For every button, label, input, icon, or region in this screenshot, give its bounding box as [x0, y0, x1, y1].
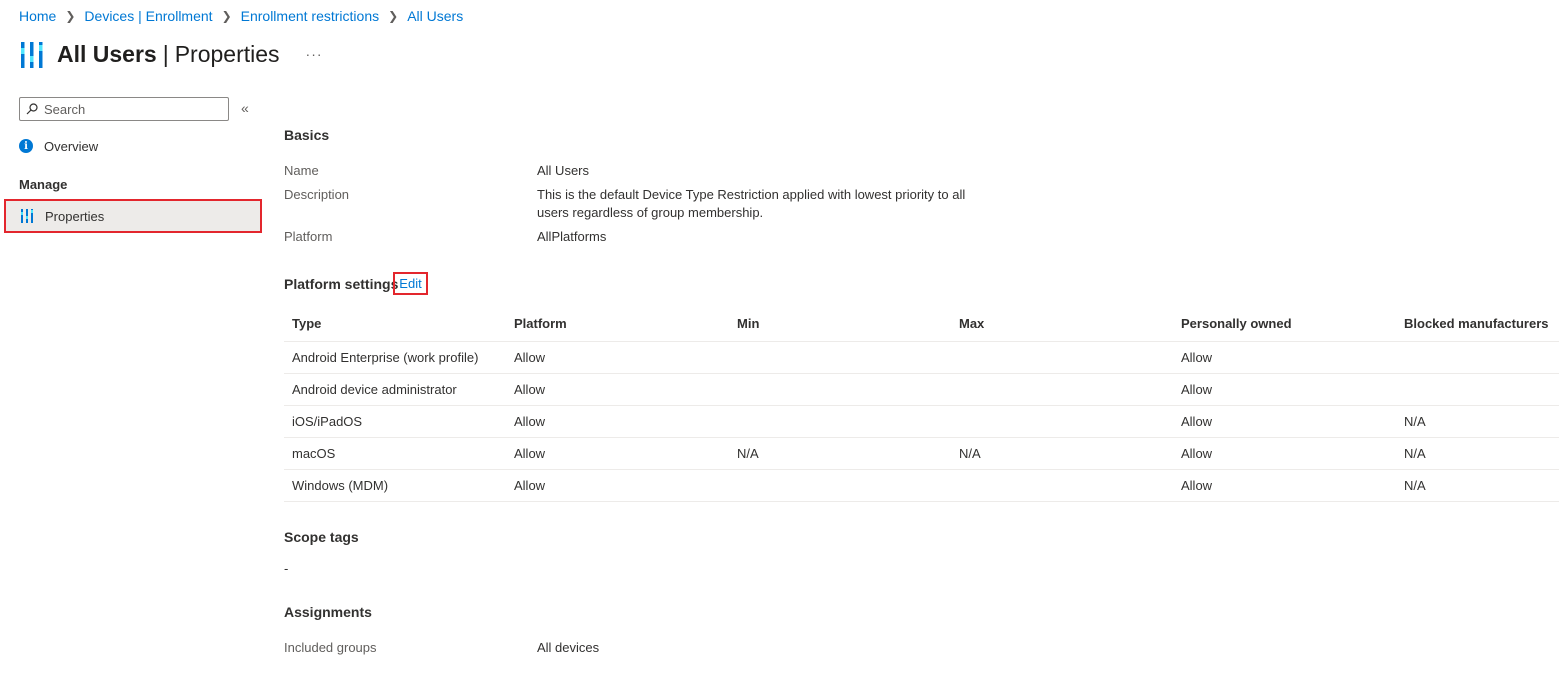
- search-input[interactable]: [44, 101, 224, 117]
- cell-platform: Allow: [506, 405, 729, 438]
- table-row: macOS Allow N/A N/A Allow N/A: [284, 437, 1559, 470]
- scope-tags-heading: Scope tags: [284, 529, 359, 545]
- cell-type: Android device administrator: [284, 373, 506, 406]
- cell-max: [951, 469, 1173, 502]
- sidebar-item-properties[interactable]: Properties: [4, 199, 262, 233]
- table-row: Windows (MDM) Allow Allow N/A: [284, 469, 1559, 502]
- sidebar-search: [19, 97, 229, 121]
- cell-min: [729, 405, 951, 438]
- column-header-min: Min: [729, 306, 951, 342]
- chevron-right-icon: ❯: [221, 9, 232, 23]
- search-icon: [26, 103, 38, 115]
- cell-min: [729, 373, 951, 406]
- breadcrumb-devices-enrollment[interactable]: Devices | Enrollment: [84, 8, 212, 24]
- table-header-row: Type Platform Min Max Personally owned B…: [284, 306, 1559, 342]
- properties-bars-icon: [21, 42, 43, 68]
- cell-personally-owned: Allow: [1173, 341, 1396, 374]
- cell-max: [951, 373, 1173, 406]
- cell-blocked-manufacturers: [1396, 373, 1559, 406]
- cell-min: [729, 469, 951, 502]
- page-subtitle: Properties: [174, 40, 280, 67]
- cell-blocked-manufacturers: [1396, 341, 1559, 374]
- breadcrumb-home[interactable]: Home: [19, 8, 56, 24]
- cell-type: Android Enterprise (work profile): [284, 341, 506, 374]
- cell-platform: Allow: [506, 469, 729, 502]
- chevron-right-icon: ❯: [388, 9, 399, 23]
- included-groups-label: Included groups: [284, 640, 377, 655]
- basics-heading: Basics: [284, 127, 330, 143]
- collapse-sidebar-button[interactable]: «: [241, 100, 249, 116]
- platform-label: Platform: [284, 229, 333, 244]
- column-header-personally-owned: Personally owned: [1173, 306, 1396, 342]
- cell-blocked-manufacturers: N/A: [1396, 469, 1559, 502]
- cell-platform: Allow: [506, 437, 729, 470]
- name-label: Name: [284, 163, 319, 178]
- platform-settings-heading: Platform settings: [284, 276, 399, 292]
- sidebar-item-label: Overview: [44, 138, 99, 154]
- breadcrumb-enrollment-restrictions[interactable]: Enrollment restrictions: [241, 8, 380, 24]
- cell-personally-owned: Allow: [1173, 373, 1396, 406]
- sidebar-section-manage: Manage: [19, 177, 68, 192]
- cell-platform: Allow: [506, 341, 729, 374]
- cell-max: [951, 341, 1173, 374]
- column-header-blocked-manufacturers: Blocked manufacturers: [1396, 306, 1559, 342]
- more-options-button[interactable]: ···: [306, 46, 323, 62]
- column-header-platform: Platform: [506, 306, 729, 342]
- table-row: Android Enterprise (work profile) Allow …: [284, 341, 1559, 374]
- cell-blocked-manufacturers: N/A: [1396, 405, 1559, 438]
- cell-min: N/A: [729, 437, 951, 470]
- breadcrumb-all-users[interactable]: All Users: [407, 8, 463, 24]
- cell-type: macOS: [284, 437, 506, 470]
- edit-platform-settings-link[interactable]: Edit: [393, 272, 428, 295]
- sidebar-item-overview[interactable]: i Overview: [19, 136, 98, 156]
- chevron-right-icon: ❯: [65, 9, 76, 23]
- platform-value: AllPlatforms: [537, 229, 607, 244]
- cell-personally-owned: Allow: [1173, 405, 1396, 438]
- description-label: Description: [284, 187, 350, 202]
- title-separator: |: [162, 40, 169, 67]
- table-row: Android device administrator Allow Allow: [284, 373, 1559, 406]
- column-header-type: Type: [284, 306, 506, 342]
- page-title: All Users: [57, 40, 157, 67]
- sidebar-item-label: Properties: [45, 208, 105, 224]
- description-value: This is the default Device Type Restrict…: [537, 187, 966, 220]
- cell-min: [729, 341, 951, 374]
- page-header: All Users | Properties ···: [19, 36, 323, 72]
- properties-bars-icon: [21, 209, 33, 223]
- cell-type: iOS/iPadOS: [284, 405, 506, 438]
- table-row: iOS/iPadOS Allow Allow N/A: [284, 405, 1559, 438]
- cell-type: Windows (MDM): [284, 469, 506, 502]
- platform-settings-table: Type Platform Min Max Personally owned B…: [284, 306, 1559, 502]
- cell-platform: Allow: [506, 373, 729, 406]
- cell-max: N/A: [951, 437, 1173, 470]
- cell-personally-owned: Allow: [1173, 437, 1396, 470]
- scope-tags-value: -: [284, 561, 289, 576]
- cell-blocked-manufacturers: N/A: [1396, 437, 1559, 470]
- cell-max: [951, 405, 1173, 438]
- name-value: All Users: [537, 163, 590, 178]
- breadcrumb: Home ❯ Devices | Enrollment ❯ Enrollment…: [19, 8, 463, 24]
- column-header-max: Max: [951, 306, 1173, 342]
- cell-personally-owned: Allow: [1173, 469, 1396, 502]
- included-groups-value: All devices: [537, 640, 600, 655]
- assignments-heading: Assignments: [284, 604, 372, 620]
- info-icon: i: [19, 139, 33, 153]
